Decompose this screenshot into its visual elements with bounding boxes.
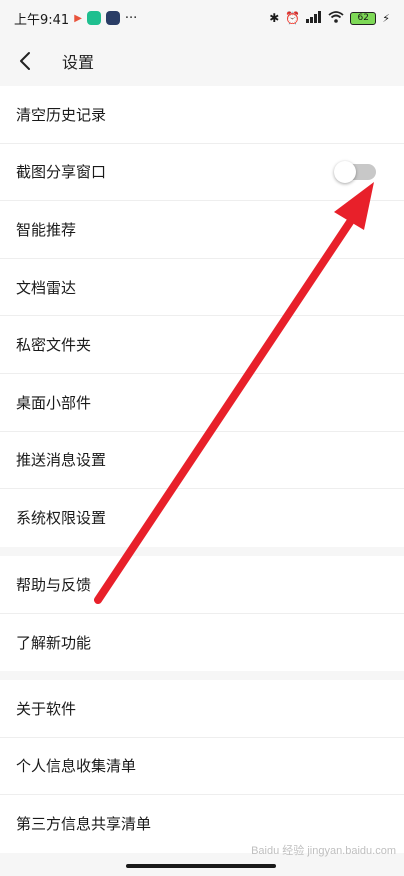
settings-section-3: 关于软件 个人信息收集清单 第三方信息共享清单 — [0, 680, 404, 853]
play-icon: ▶ — [74, 12, 82, 24]
screenshot-share-toggle[interactable] — [334, 160, 376, 183]
battery-icon: 62 — [350, 11, 377, 25]
new-features-item[interactable]: 了解新功能 — [0, 614, 404, 672]
bluetooth-icon: ✱ — [269, 11, 280, 25]
settings-section-1: 清空历史记录 截图分享窗口 智能推荐 文档雷达 私密文件夹 桌面小部件 推送消息… — [0, 86, 404, 547]
screenshot-share-item[interactable]: 截图分享窗口 — [0, 144, 404, 202]
charging-icon: ⚡ — [382, 11, 390, 25]
system-permission-item[interactable]: 系统权限设置 — [0, 489, 404, 547]
item-label: 推送消息设置 — [16, 451, 107, 470]
page-title: 设置 — [62, 53, 95, 72]
status-time: 上午9:41 — [14, 12, 70, 28]
item-label: 个人信息收集清单 — [16, 757, 137, 776]
app-notification-icon — [86, 11, 101, 25]
about-item[interactable]: 关于软件 — [0, 680, 404, 738]
back-button[interactable] — [0, 36, 50, 86]
help-feedback-item[interactable]: 帮助与反馈 — [0, 556, 404, 614]
personal-info-list-item[interactable]: 个人信息收集清单 — [0, 738, 404, 796]
watermark: Baidu 经验 jingyan.baidu.com — [251, 845, 396, 857]
item-label: 系统权限设置 — [16, 509, 107, 528]
document-radar-item[interactable]: 文档雷达 — [0, 259, 404, 317]
home-indicator[interactable] — [126, 864, 276, 868]
toggle-knob — [334, 160, 356, 183]
item-label: 了解新功能 — [16, 633, 92, 652]
clear-history-item[interactable]: 清空历史记录 — [0, 86, 404, 144]
status-bar: 上午9:41 ▶ ··· ✱ ⏰ 62 ⚡ — [0, 0, 404, 36]
item-label: 智能推荐 — [16, 220, 77, 239]
item-label: 关于软件 — [16, 699, 77, 718]
push-settings-item[interactable]: 推送消息设置 — [0, 432, 404, 490]
alarm-icon: ⏰ — [285, 11, 301, 25]
item-label: 桌面小部件 — [16, 393, 92, 412]
item-label: 私密文件夹 — [16, 336, 92, 355]
item-label: 截图分享窗口 — [16, 163, 107, 182]
more-notifications: ··· — [124, 10, 138, 26]
wifi-icon — [328, 10, 344, 26]
chevron-left-icon — [20, 52, 30, 70]
desktop-widget-item[interactable]: 桌面小部件 — [0, 374, 404, 432]
item-label: 帮助与反馈 — [16, 575, 92, 594]
app-notification-icon-2 — [105, 11, 120, 25]
private-folder-item[interactable]: 私密文件夹 — [0, 316, 404, 374]
header: 设置 — [0, 36, 404, 86]
smart-recommend-item[interactable]: 智能推荐 — [0, 201, 404, 259]
settings-section-2: 帮助与反馈 了解新功能 — [0, 556, 404, 672]
signal-icon — [306, 10, 322, 26]
item-label: 第三方信息共享清单 — [16, 815, 152, 834]
item-label: 清空历史记录 — [16, 105, 107, 124]
item-label: 文档雷达 — [16, 278, 77, 297]
